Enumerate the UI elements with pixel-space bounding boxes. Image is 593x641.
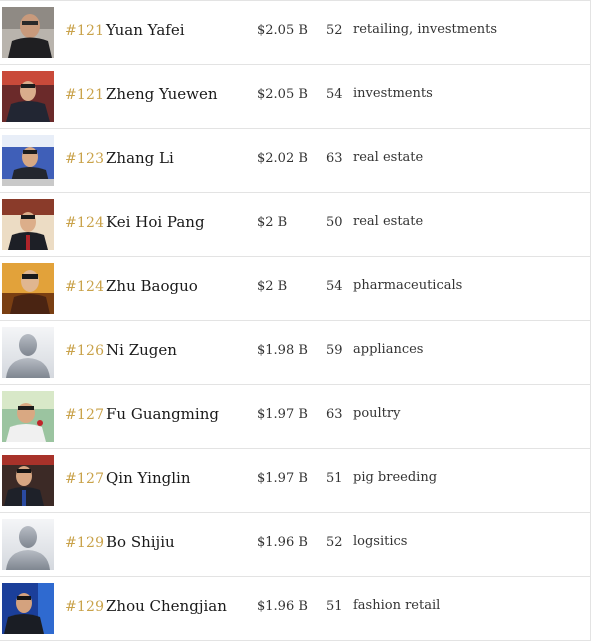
net-worth: $1.97 B bbox=[257, 471, 308, 486]
billionaire-list: #121 Yuan Yafei $2.05 B 52 retailing, in… bbox=[0, 0, 591, 641]
net-worth: $1.97 B bbox=[257, 407, 308, 422]
net-worth: $2 B bbox=[257, 279, 288, 294]
age: 52 bbox=[326, 23, 343, 38]
rank: #126 bbox=[65, 343, 105, 359]
person-photo[interactable] bbox=[2, 7, 54, 58]
industry: pig breeding bbox=[353, 470, 438, 485]
industry: pharmaceuticals bbox=[353, 278, 463, 293]
placeholder-avatar-icon[interactable] bbox=[2, 519, 54, 570]
list-item[interactable]: #124 Kei Hoi Pang $2 B 50 real estate bbox=[0, 193, 590, 257]
age: 52 bbox=[326, 535, 343, 550]
industry: appliances bbox=[353, 342, 424, 357]
age: 50 bbox=[326, 215, 343, 230]
age: 54 bbox=[326, 279, 343, 294]
list-item[interactable]: #129 Zhou Chengjian $1.96 B 51 fashion r… bbox=[0, 577, 590, 641]
person-name[interactable]: Zhou Chengjian bbox=[106, 597, 227, 615]
net-worth: $2.02 B bbox=[257, 151, 308, 166]
person-name[interactable]: Fu Guangming bbox=[106, 405, 219, 423]
list-item[interactable]: #121 Yuan Yafei $2.05 B 52 retailing, in… bbox=[0, 1, 590, 65]
list-item[interactable]: #121 Zheng Yuewen $2.05 B 54 investments bbox=[0, 65, 590, 129]
net-worth: $1.98 B bbox=[257, 343, 308, 358]
list-item[interactable]: #124 Zhu Baoguo $2 B 54 pharmaceuticals bbox=[0, 257, 590, 321]
person-photo[interactable] bbox=[2, 199, 54, 250]
list-item[interactable]: #126 Ni Zugen $1.98 B 59 appliances bbox=[0, 321, 590, 385]
industry: retailing, investments bbox=[353, 22, 498, 37]
person-name[interactable]: Yuan Yafei bbox=[106, 21, 185, 39]
list-item[interactable]: #127 Qin Yinglin $1.97 B 51 pig breeding bbox=[0, 449, 590, 513]
placeholder-avatar-icon[interactable] bbox=[2, 327, 54, 378]
list-item[interactable]: #129 Bo Shijiu $1.96 B 52 logsitics bbox=[0, 513, 590, 577]
person-name[interactable]: Zhang Li bbox=[106, 149, 174, 167]
person-photo[interactable] bbox=[2, 455, 54, 506]
person-photo[interactable] bbox=[2, 391, 54, 442]
industry: logsitics bbox=[353, 534, 408, 549]
rank: #123 bbox=[65, 151, 105, 167]
net-worth: $2.05 B bbox=[257, 87, 308, 102]
industry: poultry bbox=[353, 406, 401, 421]
person-name[interactable]: Zhu Baoguo bbox=[106, 277, 198, 295]
rank: #124 bbox=[65, 279, 105, 295]
list-item[interactable]: #123 Zhang Li $2.02 B 63 real estate bbox=[0, 129, 590, 193]
industry: real estate bbox=[353, 150, 424, 165]
rank: #121 bbox=[65, 23, 105, 39]
net-worth: $1.96 B bbox=[257, 535, 308, 550]
industry: real estate bbox=[353, 214, 424, 229]
rank: #121 bbox=[65, 87, 105, 103]
person-photo[interactable] bbox=[2, 263, 54, 314]
net-worth: $1.96 B bbox=[257, 599, 308, 614]
age: 51 bbox=[326, 471, 343, 486]
age: 51 bbox=[326, 599, 343, 614]
industry: fashion retail bbox=[353, 598, 441, 613]
age: 63 bbox=[326, 151, 343, 166]
person-name[interactable]: Ni Zugen bbox=[106, 341, 177, 359]
person-name[interactable]: Bo Shijiu bbox=[106, 533, 175, 551]
person-name[interactable]: Zheng Yuewen bbox=[106, 85, 218, 103]
person-photo[interactable] bbox=[2, 135, 54, 186]
rank: #127 bbox=[65, 471, 105, 487]
net-worth: $2.05 B bbox=[257, 23, 308, 38]
age: 63 bbox=[326, 407, 343, 422]
person-name[interactable]: Kei Hoi Pang bbox=[106, 213, 205, 231]
age: 54 bbox=[326, 87, 343, 102]
person-photo[interactable] bbox=[2, 583, 54, 634]
rank: #124 bbox=[65, 215, 105, 231]
rank: #127 bbox=[65, 407, 105, 423]
age: 59 bbox=[326, 343, 343, 358]
net-worth: $2 B bbox=[257, 215, 288, 230]
industry: investments bbox=[353, 86, 433, 101]
person-photo[interactable] bbox=[2, 71, 54, 122]
rank: #129 bbox=[65, 599, 105, 615]
person-name[interactable]: Qin Yinglin bbox=[106, 469, 190, 487]
rank: #129 bbox=[65, 535, 105, 551]
list-item[interactable]: #127 Fu Guangming $1.97 B 63 poultry bbox=[0, 385, 590, 449]
